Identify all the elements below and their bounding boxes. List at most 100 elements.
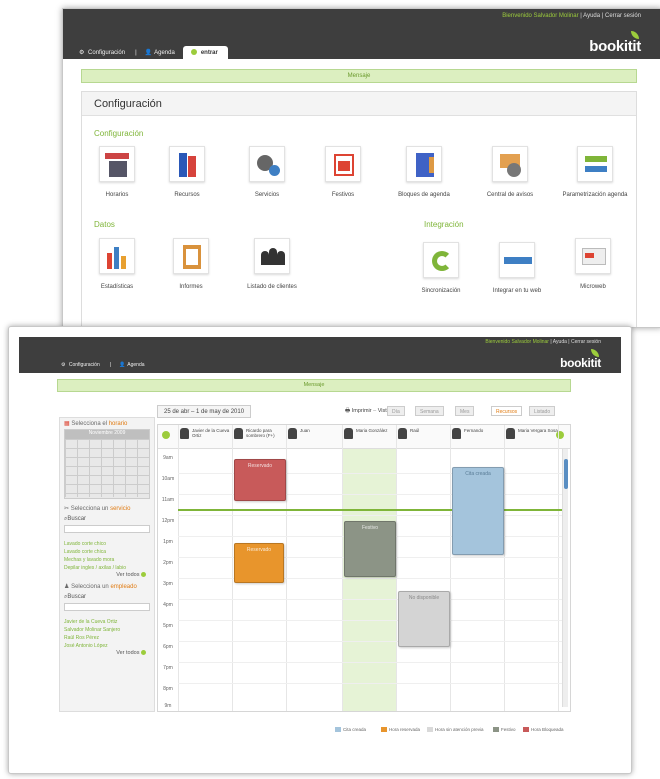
resource-calendar: Javier de la Cueva Ortiz Ricardo para so…: [157, 424, 571, 712]
view-week[interactable]: Semana: [415, 406, 444, 416]
service-search-input[interactable]: [64, 525, 150, 533]
column-header[interactable]: Raúl: [396, 425, 450, 449]
vertical-scrollbar[interactable]: [562, 449, 568, 707]
tile-festivos[interactable]: Festivos: [308, 146, 378, 198]
tile-bloques-agenda[interactable]: Bloques de agenda: [384, 146, 464, 198]
bar-chart-icon: [99, 238, 135, 274]
tile-sincronizacion[interactable]: Sincronización: [406, 242, 476, 294]
logout-link[interactable]: Cerrar sesión: [605, 13, 641, 19]
legend-swatch: [335, 727, 341, 732]
service-item[interactable]: Lavado corte chico: [60, 540, 154, 548]
event-block[interactable]: No disponible: [398, 591, 450, 647]
tile-listado-clientes[interactable]: Listado de clientes: [230, 238, 314, 290]
calendar-icon: [325, 146, 361, 182]
tile-central-avisos[interactable]: Central de avisos: [474, 146, 546, 198]
column-header[interactable]: Ricardo para sombrero (F+): [232, 425, 286, 449]
view-month[interactable]: Mes: [455, 406, 475, 416]
print-button[interactable]: 🖶 Imprimir – Vista: [345, 407, 390, 416]
employee-item[interactable]: José Antonio López: [60, 642, 154, 650]
tile-horarios[interactable]: Horarios: [82, 146, 152, 198]
schedule-heading: ▦ Selecciona el horario: [64, 421, 128, 427]
app-header-2: Bienvenido Salvador Molinar | Ayuda | Ce…: [19, 337, 621, 373]
books-icon: [169, 146, 205, 182]
tile-parametrizacion-agenda[interactable]: Parametrización agenda: [552, 146, 638, 198]
section-config: Configuración: [94, 129, 144, 138]
avatar: [506, 428, 515, 439]
time-label: 5pm: [163, 623, 173, 629]
plus-icon: [141, 650, 146, 656]
bookitit-logo: bookitit: [589, 31, 641, 55]
prev-arrow-icon[interactable]: [162, 431, 170, 439]
date-range: 25 de abr – 1 de may de 2010: [157, 405, 252, 418]
header-links-2: Bienvenido Salvador Molinar | Ayuda | Ce…: [485, 339, 601, 345]
scrollbar-thumb[interactable]: [564, 459, 568, 489]
time-label: 4pm: [163, 602, 173, 608]
logout-link-2[interactable]: Cerrar sesión: [571, 339, 601, 345]
employee-item[interactable]: Salvador Molinar Sanjero: [60, 626, 154, 634]
tile-recursos[interactable]: Recursos: [152, 146, 222, 198]
plus-icon: [190, 49, 197, 56]
column-header[interactable]: Maria Vergara Sosa: [504, 425, 558, 449]
legend-swatch: [493, 727, 499, 732]
service-item[interactable]: Mechas y lavado mora: [60, 556, 154, 564]
column-header[interactable]: Maria González: [342, 425, 396, 449]
see-all-employees[interactable]: Ver todos: [60, 650, 154, 656]
nav-config-2[interactable]: ⚙ Configuración: [59, 359, 104, 371]
employee-search-input[interactable]: [64, 603, 150, 611]
employee-heading: ♟ Selecciona un empleado: [64, 584, 137, 590]
binder-icon: [406, 146, 442, 182]
tile-servicios[interactable]: Servicios: [232, 146, 302, 198]
service-item[interactable]: Depilar ingles / axilas / labio: [60, 564, 154, 572]
section-integracion: Integración: [424, 220, 464, 229]
time-label: 7pm: [163, 665, 173, 671]
tile-informes[interactable]: Informes: [156, 238, 226, 290]
view-day[interactable]: Día: [387, 406, 405, 416]
scissors-icon: ✂: [64, 506, 70, 512]
plus-icon: [141, 572, 146, 578]
time-label: 10am: [161, 476, 175, 482]
event-block[interactable]: Festivo: [344, 521, 396, 577]
employee-item[interactable]: Javier de la Cueva Ortiz: [60, 618, 154, 626]
gears-icon: [249, 146, 285, 182]
event-block[interactable]: Reservado: [234, 459, 286, 501]
sync-icon: [423, 242, 459, 278]
view-list[interactable]: Listado: [529, 406, 556, 416]
avatar: [344, 428, 353, 439]
nav-config[interactable]: ⚙ Configuración: [77, 46, 129, 59]
mini-calendar[interactable]: Noviembre 2009: [64, 429, 150, 499]
tile-estadisticas[interactable]: Estadísticas: [82, 238, 152, 290]
see-all-services[interactable]: Ver todos: [60, 572, 154, 578]
time-label: 8pm: [163, 686, 173, 692]
service-item[interactable]: Lavado corte chica: [60, 548, 154, 556]
help-link-2[interactable]: Ayuda: [553, 339, 567, 345]
column-header[interactable]: Juan: [286, 425, 342, 449]
tab-entrar[interactable]: entrar: [182, 46, 228, 59]
time-label: 2pm: [163, 560, 173, 566]
help-link[interactable]: Ayuda: [583, 13, 600, 19]
legend-item: Hora reservada: [381, 727, 420, 732]
current-time-line: [178, 509, 562, 511]
mini-calendar-grid[interactable]: [65, 439, 149, 497]
avatar: [288, 428, 297, 439]
event-block[interactable]: Reservado: [234, 543, 284, 583]
avatar: [180, 428, 189, 439]
nav-agenda[interactable]: 👤 Agenda: [143, 46, 179, 59]
config-panel: Configuración Configuración Horarios Rec…: [81, 91, 638, 327]
config-window: Bienvenido Salvador Molinar | Ayuda | Ce…: [62, 8, 660, 328]
avatar: [398, 428, 407, 439]
column-header[interactable]: Javier de la Cueva Ortiz: [178, 425, 232, 449]
column-header[interactable]: Fernando: [450, 425, 504, 449]
view-resources[interactable]: Recursos: [491, 406, 523, 416]
nav-agenda-2[interactable]: 👤 Agenda: [117, 359, 148, 371]
time-label: 11am: [161, 497, 175, 503]
welcome-user: Bienvenido Salvador Molinar: [502, 13, 579, 19]
tile-microweb[interactable]: Microweb: [558, 238, 628, 290]
tile-integrar-web[interactable]: Integrar en tu web: [482, 242, 552, 294]
microweb-icon: [575, 238, 611, 274]
welcome-user-2: Bienvenido Salvador Molinar: [485, 339, 549, 345]
event-block[interactable]: Cita creada: [452, 467, 504, 555]
time-label: 9m: [164, 703, 172, 709]
employee-search-label: ⌕Buscar: [64, 594, 87, 600]
panel-title: Configuración: [82, 92, 636, 116]
employee-item[interactable]: Raúl Ros Pérez: [60, 634, 154, 642]
